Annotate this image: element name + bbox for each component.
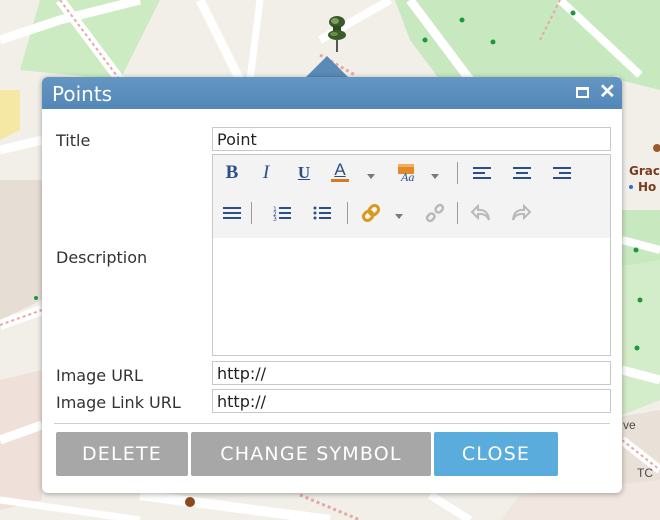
- svg-text:Aa: Aa: [400, 170, 414, 184]
- unordered-list-icon[interactable]: [311, 202, 333, 224]
- undo-icon[interactable]: [469, 202, 493, 224]
- italic-icon[interactable]: I: [257, 162, 275, 184]
- highlight-color-icon[interactable]: Aa: [393, 162, 419, 184]
- redo-icon[interactable]: [509, 202, 533, 224]
- delete-button[interactable]: DELETE: [56, 432, 188, 476]
- bold-icon[interactable]: B: [221, 162, 243, 184]
- underline-icon[interactable]: U: [293, 162, 315, 184]
- font-color-letter: A: [334, 159, 346, 179]
- divider: [54, 423, 610, 424]
- description-editor: B I U A Aa 1 2 3: [212, 154, 611, 356]
- link-icon[interactable]: [359, 202, 383, 224]
- popup-title: Points: [52, 82, 113, 106]
- description-label: Description: [56, 248, 148, 267]
- image-link-url-label: Image Link URL: [56, 393, 181, 412]
- justify-icon[interactable]: [221, 202, 243, 224]
- unlink-icon[interactable]: [423, 202, 447, 224]
- points-popup: Points ✕ Title Description B I U A Aa: [42, 77, 622, 493]
- title-label: Title: [56, 131, 91, 150]
- popup-pointer: [305, 56, 349, 78]
- align-center-icon[interactable]: [511, 162, 533, 184]
- font-color-dropdown-icon[interactable]: [367, 174, 375, 179]
- close-button[interactable]: CLOSE: [434, 432, 558, 476]
- map-label-ve: ve: [623, 418, 636, 432]
- link-dropdown-icon[interactable]: [395, 214, 403, 219]
- font-color-icon[interactable]: A: [327, 160, 353, 182]
- map-label-ho: Ho: [638, 180, 657, 194]
- map-label-grac: Grac: [629, 164, 660, 178]
- svg-text:3: 3: [273, 216, 277, 222]
- align-right-icon[interactable]: [551, 162, 573, 184]
- toolbar-separator: [457, 202, 458, 224]
- highlight-dropdown-icon[interactable]: [431, 174, 439, 179]
- editor-toolbar: B I U A Aa 1 2 3: [213, 155, 610, 238]
- maximize-icon[interactable]: [576, 87, 589, 98]
- popup-titlebar[interactable]: Points ✕: [42, 77, 622, 109]
- description-textarea[interactable]: [215, 239, 608, 353]
- pushpin-icon[interactable]: [322, 14, 352, 54]
- toolbar-separator: [347, 202, 348, 224]
- ordered-list-icon[interactable]: 123: [271, 202, 293, 224]
- title-input[interactable]: [212, 127, 611, 151]
- close-icon[interactable]: ✕: [599, 81, 617, 103]
- change-symbol-button[interactable]: CHANGE SYMBOL: [191, 432, 431, 476]
- toolbar-separator: [457, 162, 458, 184]
- image-url-input[interactable]: [212, 361, 611, 385]
- image-link-url-input[interactable]: [212, 389, 611, 413]
- toolbar-separator: [251, 202, 252, 224]
- image-url-label: Image URL: [56, 366, 143, 385]
- align-left-icon[interactable]: [471, 162, 493, 184]
- map-label-tc: TC: [637, 466, 653, 480]
